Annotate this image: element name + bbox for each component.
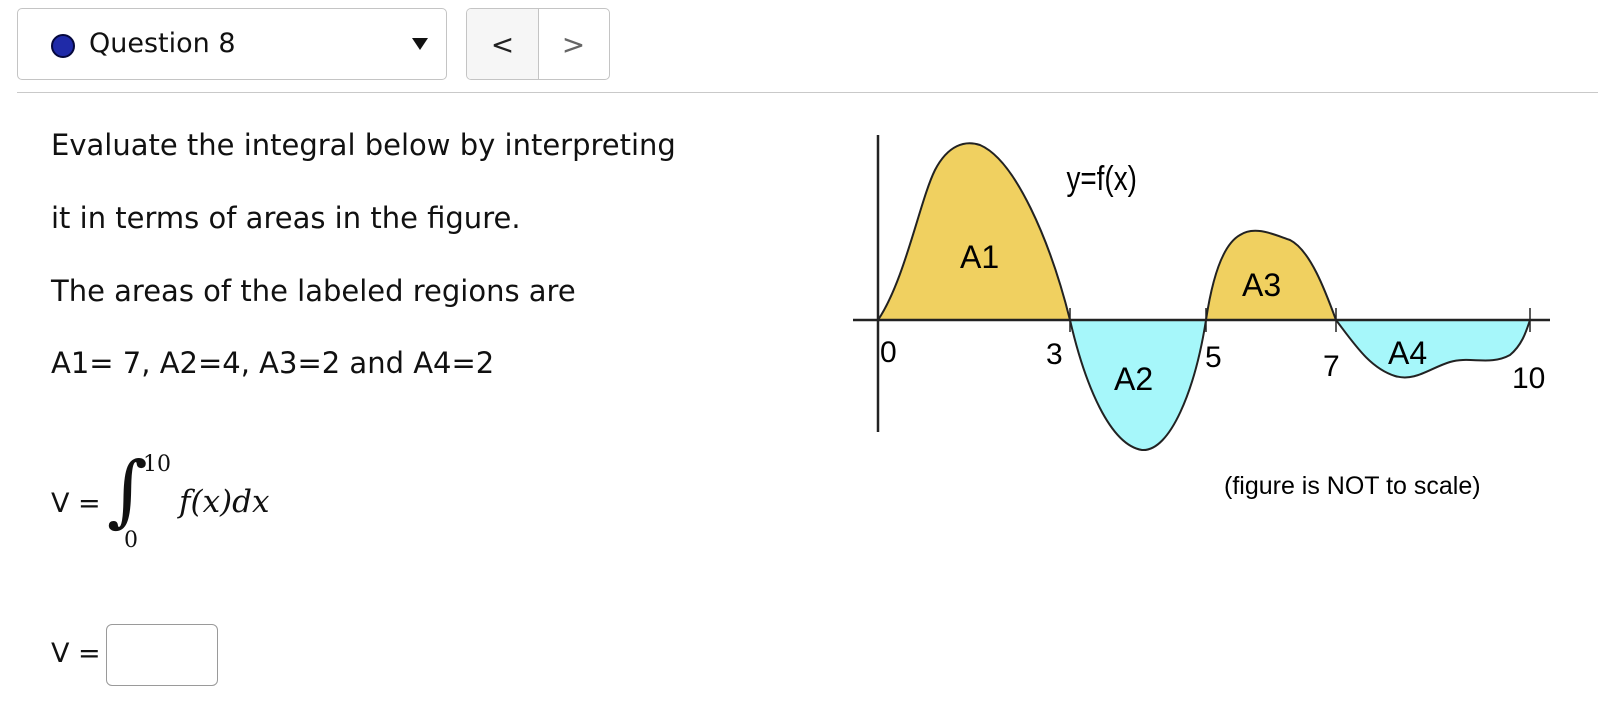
question-nav: < > (466, 8, 610, 80)
integral-upper-limit: 10 (143, 452, 171, 477)
integral-expression: V = ∫ 10 0 f(x)dx (51, 452, 351, 562)
tick-label-7: 7 (1323, 350, 1340, 383)
region-label-a3: A3 (1242, 267, 1281, 303)
tick-label-10: 10 (1512, 362, 1545, 395)
region-label-a1: A1 (960, 239, 999, 275)
figure-note: (figure is NOT to scale) (1224, 472, 1481, 500)
question-status-dot (51, 34, 75, 58)
curve-label: y=f(x) (1066, 159, 1136, 197)
answer-input[interactable] (106, 624, 218, 686)
integral-v-label: V = (51, 488, 101, 519)
region-label-a2: A2 (1114, 361, 1153, 397)
integrand: f(x)dx (179, 484, 270, 520)
tick-label-3: 3 (1046, 338, 1063, 371)
prompt-line-3: The areas of the labeled regions are (51, 274, 576, 308)
answer-label: V = (51, 638, 101, 669)
answer-row: V = (51, 624, 231, 688)
header-divider (17, 92, 1598, 93)
dropdown-caret-icon (412, 38, 428, 50)
question-selector[interactable]: Question 8 (17, 8, 447, 80)
region-a4-fill (1333, 319, 1532, 379)
region-label-a4: A4 (1388, 335, 1427, 371)
integral-lower-limit: 0 (124, 528, 138, 553)
tick-label-0: 0 (880, 336, 897, 369)
previous-question-button[interactable]: < (467, 9, 539, 79)
integral-sign: ∫ (107, 446, 148, 536)
area-values: A1= 7, A2=4, A3=2 and A4=2 (51, 346, 495, 380)
next-question-button[interactable]: > (538, 9, 609, 79)
prompt-line-2: it in terms of areas in the figure. (51, 201, 521, 235)
region-a1-fill (876, 142, 1072, 321)
area-figure: y=f(x) A1 A2 A3 A4 0 3 5 7 10 (figure is… (853, 135, 1550, 500)
question-title: Question 8 (89, 28, 236, 59)
prompt-line-1: Evaluate the integral below by interpret… (51, 128, 676, 162)
tick-label-5: 5 (1205, 341, 1222, 374)
